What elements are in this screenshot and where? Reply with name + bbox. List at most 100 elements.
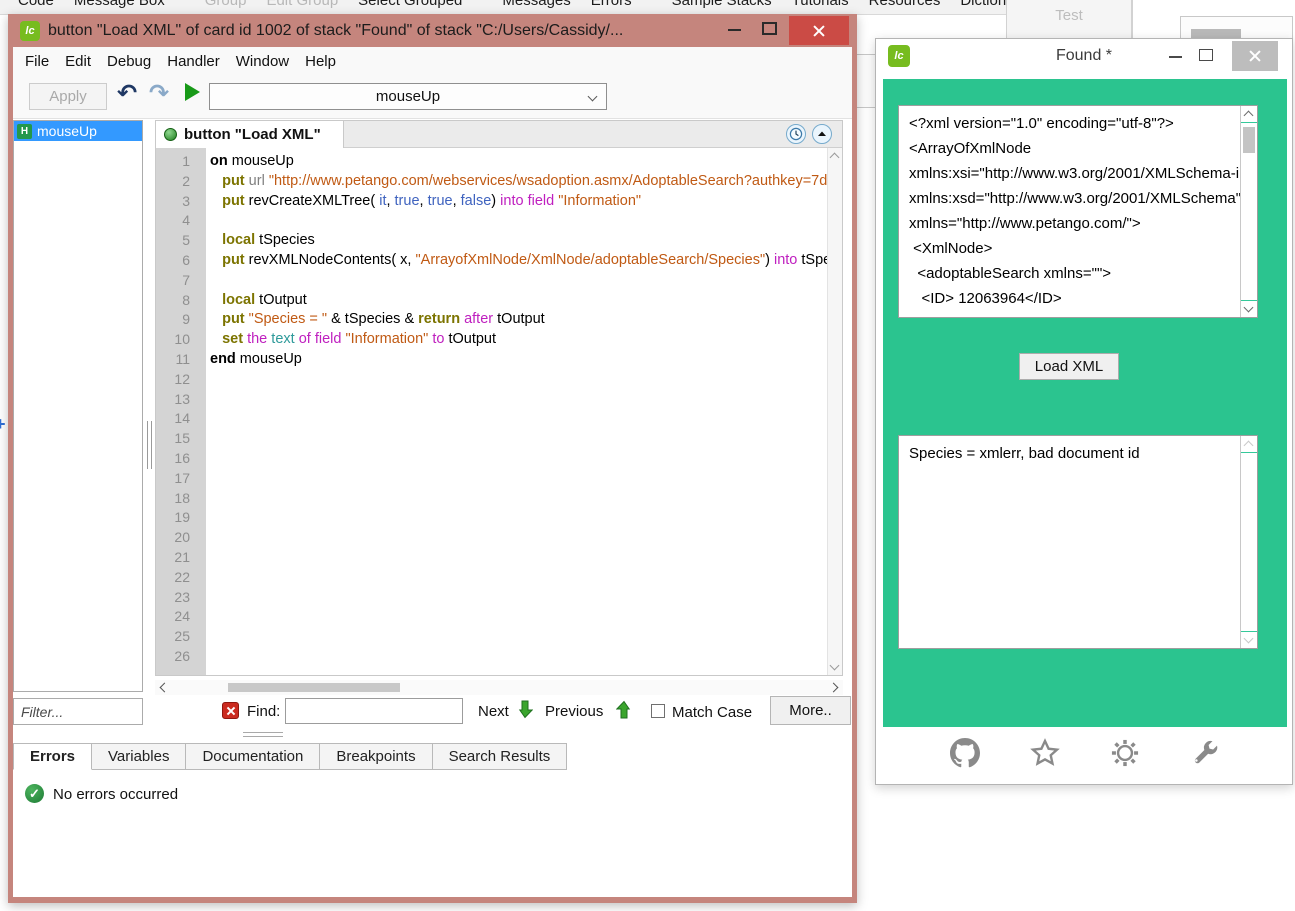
code-line[interactable]: 13 (156, 390, 827, 410)
background-menu-item-tutorials[interactable]: Tutorials (792, 0, 849, 9)
vertical-splitter[interactable] (146, 421, 154, 469)
line-number: 5 (156, 231, 198, 251)
code-text: on mouseUp (198, 152, 294, 172)
settings-sun-icon[interactable] (1109, 737, 1141, 769)
code-line[interactable]: 25 (156, 627, 827, 647)
code-line[interactable]: 5 local tSpecies (156, 231, 827, 251)
background-menu-item-errors[interactable]: Errors (591, 0, 632, 9)
menu-debug[interactable]: Debug (107, 53, 151, 70)
undo-icon[interactable]: ↶ (117, 79, 137, 107)
found-titlebar[interactable]: lc Found * (876, 39, 1292, 73)
run-icon[interactable] (185, 83, 200, 101)
handler-filter-input[interactable]: Filter... (13, 698, 143, 725)
information-field[interactable]: <?xml version="1.0" encoding="utf-8"?><A… (898, 105, 1258, 318)
scrollbar-thumb[interactable] (1243, 127, 1255, 153)
tab-documentation[interactable]: Documentation (186, 743, 320, 770)
wrench-icon[interactable] (1189, 737, 1221, 769)
background-menu-item-messages[interactable]: Messages (502, 0, 570, 9)
menu-handler[interactable]: Handler (167, 53, 220, 70)
code-line[interactable]: 17 (156, 469, 827, 489)
scroll-up-icon[interactable] (830, 153, 840, 163)
code-line[interactable]: 12 (156, 370, 827, 390)
code-line[interactable]: 1on mouseUp (156, 152, 827, 172)
scroll-left-icon[interactable] (160, 683, 170, 693)
code-editor[interactable]: 1on mouseUp2 put url "http://www.petango… (156, 148, 842, 675)
handler-dropdown[interactable]: mouseUp (209, 83, 607, 110)
code-line[interactable]: 11end mouseUp (156, 350, 827, 370)
handler-list-item[interactable]: HmouseUp (14, 121, 142, 141)
horizontal-splitter[interactable] (243, 731, 283, 739)
code-line[interactable]: 10 set the text of field "Information" t… (156, 330, 827, 350)
tab-breakpoints[interactable]: Breakpoints (320, 743, 432, 770)
scroll-up-icon[interactable] (1244, 441, 1254, 451)
apply-button[interactable]: Apply (29, 83, 107, 110)
stack-footer-toolbar (883, 727, 1287, 779)
code-line[interactable]: 21 (156, 548, 827, 568)
scrollbar-thumb[interactable] (228, 683, 400, 692)
scroll-right-icon[interactable] (829, 683, 839, 693)
code-line[interactable]: 7 (156, 271, 827, 291)
code-line[interactable]: 9 put "Species = " & tSpecies & return a… (156, 310, 827, 330)
scroll-down-icon[interactable] (1244, 634, 1254, 644)
scroll-down-icon[interactable] (830, 661, 840, 671)
code-line[interactable]: 8 local tOutput (156, 291, 827, 311)
github-icon[interactable] (949, 737, 981, 769)
collapse-icon[interactable] (812, 124, 832, 144)
code-line[interactable]: 26 (156, 647, 827, 667)
script-editor-titlebar[interactable]: lc button "Load XML" of card id 1002 of … (8, 14, 857, 47)
code-line[interactable]: 24 (156, 607, 827, 627)
found-title: Found * (876, 47, 1292, 65)
arrow-down-icon[interactable] (517, 700, 533, 723)
find-input[interactable] (285, 698, 463, 724)
tab-search-results[interactable]: Search Results (433, 743, 568, 770)
code-vertical-scrollbar[interactable] (827, 148, 842, 675)
menu-edit[interactable]: Edit (65, 53, 91, 70)
minimize-icon[interactable] (728, 29, 741, 31)
code-line[interactable]: 14 (156, 409, 827, 429)
code-line[interactable]: 22 (156, 568, 827, 588)
tab-variables[interactable]: Variables (92, 743, 186, 770)
code-line[interactable]: 16 (156, 449, 827, 469)
code-line[interactable]: 3 put revCreateXMLTree( it, true, true, … (156, 192, 827, 212)
code-line[interactable]: 15 (156, 429, 827, 449)
code-line[interactable]: 6 put revXMLNodeContents( x, "ArrayofXml… (156, 251, 827, 271)
close-button[interactable] (789, 16, 849, 45)
match-case-checkbox[interactable] (651, 704, 665, 718)
output-field[interactable]: Species = xmlerr, bad document id (898, 435, 1258, 649)
code-line[interactable]: 19 (156, 508, 827, 528)
close-button[interactable] (1232, 41, 1278, 71)
code-line[interactable]: 23 (156, 588, 827, 608)
menu-window[interactable]: Window (236, 53, 289, 70)
background-menu-item-code[interactable]: Code (18, 0, 54, 9)
find-previous-button[interactable]: Previous (545, 703, 603, 720)
minimize-icon[interactable] (1169, 56, 1182, 58)
background-menu-item-select-grouped[interactable]: Select Grouped (358, 0, 462, 9)
menu-file[interactable]: File (25, 53, 49, 70)
code-line[interactable]: 20 (156, 528, 827, 548)
load-xml-button[interactable]: Load XML (1019, 353, 1119, 380)
background-menu-item-resources[interactable]: Resources (869, 0, 941, 9)
code-line[interactable]: 2 put url "http://www.petango.com/webser… (156, 172, 827, 192)
tab-errors[interactable]: Errors (13, 743, 92, 770)
maximize-icon[interactable] (1199, 49, 1213, 61)
xml-line: <adoptableSearch xmlns=""> (909, 261, 1236, 286)
history-clock-icon[interactable] (786, 124, 806, 144)
star-icon[interactable] (1029, 737, 1061, 769)
menu-help[interactable]: Help (305, 53, 336, 70)
field-scrollbar[interactable] (1240, 106, 1257, 317)
background-menu-item-sample-stacks[interactable]: Sample Stacks (672, 0, 772, 9)
code-horizontal-scrollbar[interactable] (155, 680, 843, 695)
code-tab[interactable]: button "Load XML" (156, 121, 344, 148)
scroll-up-icon[interactable] (1244, 111, 1254, 121)
find-next-button[interactable]: Next (478, 703, 509, 720)
code-line[interactable]: 4 (156, 211, 827, 231)
maximize-icon[interactable] (762, 22, 777, 35)
close-find-button[interactable] (222, 702, 239, 719)
code-line[interactable]: 18 (156, 489, 827, 509)
field-scrollbar[interactable] (1240, 436, 1257, 648)
arrow-up-icon[interactable] (616, 700, 632, 723)
redo-icon[interactable]: ↷ (149, 79, 169, 107)
scroll-down-icon[interactable] (1244, 303, 1254, 313)
background-menu-item-message-box[interactable]: Message Box (74, 0, 165, 9)
more-button[interactable]: More.. (770, 696, 851, 725)
